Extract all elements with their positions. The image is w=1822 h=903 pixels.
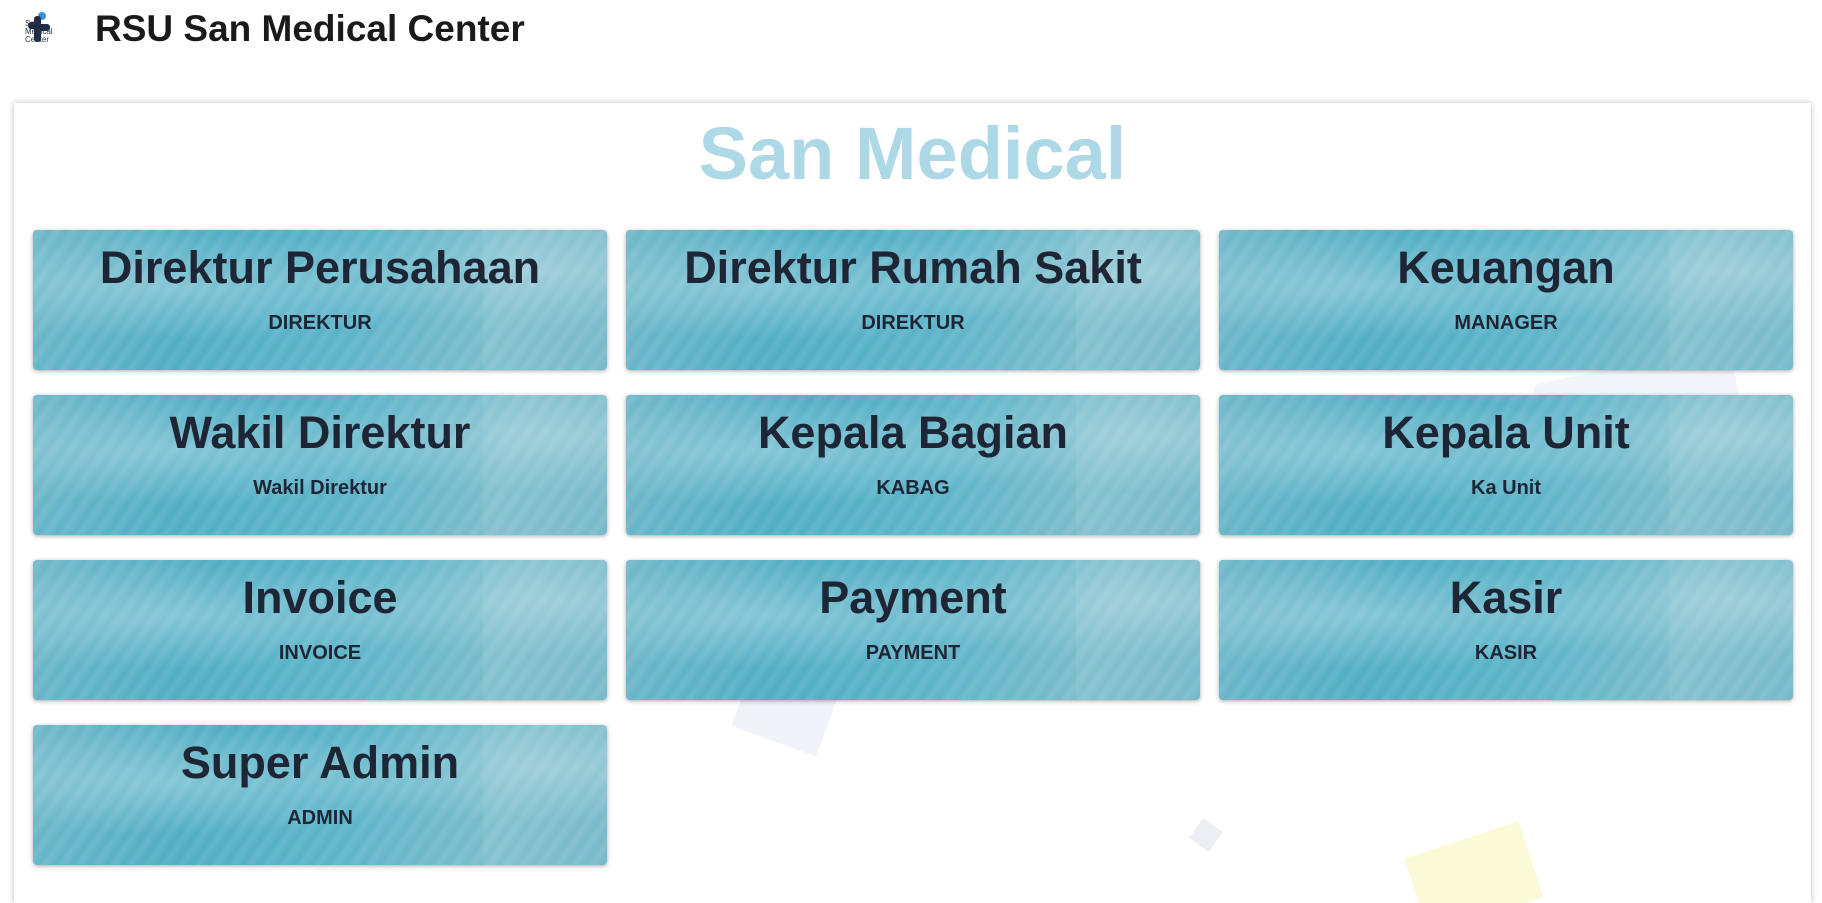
role-title: Payment: [819, 572, 1007, 623]
role-subtitle: Wakil Direktur: [253, 477, 387, 499]
role-title: Keuangan: [1397, 242, 1615, 293]
role-subtitle: KABAG: [876, 477, 950, 499]
role-title: Direktur Perusahaan: [99, 242, 541, 293]
app-header: San Medical Center RSU San Medical Cente…: [0, 0, 1822, 70]
role-title: Kasir: [1449, 572, 1563, 623]
role-subtitle: PAYMENT: [865, 642, 961, 664]
role-card-super-admin[interactable]: Super Admin ADMIN: [33, 725, 607, 865]
app-title: RSU San Medical Center: [95, 8, 525, 49]
role-grid: Direktur Perusahaan DIREKTUR Direktur Ru…: [33, 230, 1793, 865]
panel-title: San Medical: [698, 112, 1127, 195]
role-title: Kepala Bagian: [757, 407, 1069, 458]
role-card-kepala-bagian[interactable]: Kepala Bagian KABAG: [626, 395, 1200, 535]
role-selection-panel: San Medical Direktur Perusahaan DIREKTUR…: [14, 103, 1811, 903]
role-card-wakil-direktur[interactable]: Wakil Direktur Wakil Direktur: [33, 395, 607, 535]
role-card-kasir[interactable]: Kasir KASIR: [1219, 560, 1793, 700]
role-card-direktur-rumah-sakit[interactable]: Direktur Rumah Sakit DIREKTUR: [626, 230, 1200, 370]
role-title: Super Admin: [180, 737, 460, 788]
role-subtitle: Ka Unit: [1471, 477, 1541, 499]
role-subtitle: INVOICE: [278, 642, 362, 664]
role-subtitle: DIREKTUR: [861, 312, 965, 334]
role-subtitle: MANAGER: [1454, 312, 1558, 334]
role-card-keuangan[interactable]: Keuangan MANAGER: [1219, 230, 1793, 370]
logo-text: San Medical Center: [25, 19, 53, 44]
role-title: Wakil Direktur: [169, 407, 471, 458]
role-title: Direktur Rumah Sakit: [684, 242, 1142, 293]
role-title: Invoice: [242, 572, 398, 623]
role-subtitle: DIREKTUR: [268, 312, 372, 334]
role-card-invoice[interactable]: Invoice INVOICE: [33, 560, 607, 700]
role-card-direktur-perusahaan[interactable]: Direktur Perusahaan DIREKTUR: [33, 230, 607, 370]
role-card-payment[interactable]: Payment PAYMENT: [626, 560, 1200, 700]
role-subtitle: ADMIN: [287, 807, 353, 829]
role-title: Kepala Unit: [1382, 407, 1630, 458]
role-card-kepala-unit[interactable]: Kepala Unit Ka Unit: [1219, 395, 1793, 535]
role-subtitle: KASIR: [1474, 642, 1538, 664]
